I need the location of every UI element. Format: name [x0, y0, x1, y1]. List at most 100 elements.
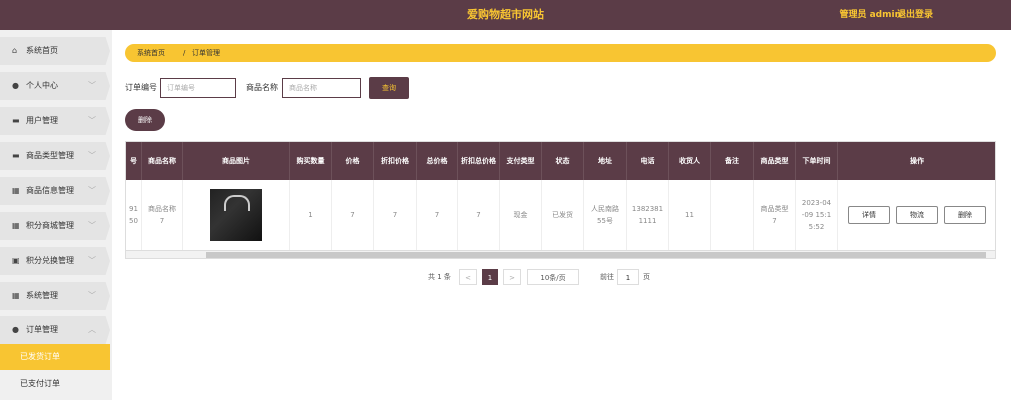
table-cell: 已发货: [542, 180, 584, 250]
breadcrumb-separator: /: [183, 49, 186, 57]
orders-table: 号商品名称 商品图片 购买数量 价格 折扣价格 总价格 折扣总价格 支付类型 状态 地址 电话 收货人…: [125, 141, 996, 259]
user-icon: ●: [12, 81, 19, 90]
column-header: 下单时间: [796, 142, 838, 180]
table-cell: 2023-04 -09 15:1 5:52: [796, 180, 838, 250]
sidebar-subitem-label: 已支付订单: [20, 379, 60, 388]
table-cell: 1: [290, 180, 332, 250]
column-header: 状态: [542, 142, 584, 180]
sidebar-item[interactable]: ▣ 积分兑换管理 ﹀: [0, 247, 110, 275]
logistics-button[interactable]: 物流: [896, 206, 938, 224]
chat-icon: ▬: [12, 116, 20, 125]
sidebar-item[interactable]: ▦ 商品信息管理 ﹀: [0, 177, 110, 205]
goto-page-input[interactable]: 1: [617, 269, 639, 285]
sidebar-subitem[interactable]: 已发货订单: [0, 344, 110, 370]
chevron-icon: ﹀: [88, 291, 96, 300]
column-header: 总价格: [417, 142, 458, 180]
page-size-select[interactable]: 10条/页: [527, 269, 579, 285]
column-header: 折扣总价格: [458, 142, 500, 180]
breadcrumb-current: 订单管理: [192, 49, 220, 57]
grid-icon: ▦: [12, 186, 20, 195]
product-image: [210, 189, 262, 241]
grid-icon: ▦: [12, 291, 20, 300]
table-cell: 7: [332, 180, 374, 250]
pagination-total: 共 1 条: [428, 273, 451, 281]
sidebar-subitem-label: 已发货订单: [20, 352, 60, 361]
query-button[interactable]: 查询: [369, 77, 409, 99]
column-header: 价格: [332, 142, 374, 180]
logout-link[interactable]: 退出登录: [897, 0, 933, 30]
column-header: 备注: [711, 142, 754, 180]
chevron-icon: ﹀: [88, 81, 96, 90]
table-cell: 1382381 1111: [627, 180, 669, 250]
column-header: 商品图片: [183, 142, 290, 180]
top-bar: 爱购物超市网站 管理员 admin 退出登录: [0, 0, 1011, 30]
detail-button[interactable]: 详情: [848, 206, 890, 224]
column-header: 号: [126, 142, 142, 180]
sidebar-item-label: 个人中心: [26, 81, 58, 90]
table-cell: 91 50: [126, 180, 142, 250]
chevron-icon: ﹀: [88, 186, 96, 195]
product-name-label: 商品名称: [246, 83, 278, 92]
goto-suffix: 页: [643, 273, 650, 281]
sidebar-item-label: 系统管理: [26, 291, 58, 300]
table-cell: 7: [458, 180, 500, 250]
column-header: 商品类型: [754, 142, 796, 180]
sidebar-item[interactable]: ▦ 积分商城管理 ﹀: [0, 212, 110, 240]
breadcrumb-home[interactable]: 系统首页: [137, 44, 165, 62]
grid-icon: ▦: [12, 221, 20, 230]
breadcrumb: 系统首页 / 订单管理: [125, 44, 996, 62]
column-header: 折扣价格: [374, 142, 417, 180]
sidebar-item-label: 商品信息管理: [26, 186, 74, 195]
delete-button[interactable]: 删除: [125, 109, 165, 131]
operations-cell: 详情 物流 删除: [838, 180, 995, 250]
chevron-icon: ﹀: [88, 116, 96, 125]
order-no-input[interactable]: 订单编号: [160, 78, 236, 98]
chevron-icon: ﹀: [88, 221, 96, 230]
column-header: 地址: [584, 142, 627, 180]
sidebar-item[interactable]: ⌂ 系统首页: [0, 37, 110, 65]
sidebar-item-label: 积分兑换管理: [26, 256, 74, 265]
sidebar-item[interactable]: ▦ 系统管理 ﹀: [0, 282, 110, 310]
sidebar-item[interactable]: ● 订单管理 ︿: [0, 316, 110, 344]
product-name-input[interactable]: 商品名称: [282, 78, 361, 98]
order-no-label: 订单编号: [125, 83, 157, 92]
sidebar-item-label: 系统首页: [26, 46, 58, 55]
horizontal-scrollbar[interactable]: [126, 250, 995, 258]
next-page-button[interactable]: >: [503, 269, 521, 285]
row-delete-button[interactable]: 删除: [944, 206, 986, 224]
product-image-cell: [183, 180, 290, 250]
table-cell: 7: [417, 180, 458, 250]
chevron-icon: ﹀: [88, 256, 96, 265]
chat-icon: ▬: [12, 151, 20, 160]
page-1-button[interactable]: 1: [482, 269, 498, 285]
column-header: 购买数量: [290, 142, 332, 180]
column-header: 电话: [627, 142, 669, 180]
column-header: 收货人: [669, 142, 711, 180]
table-cell: 商品名称 7: [142, 180, 183, 250]
sidebar-item-label: 商品类型管理: [26, 151, 74, 160]
scrollbar-thumb[interactable]: [206, 252, 986, 258]
column-header: 商品名称: [142, 142, 183, 180]
clipboard-icon: ▣: [12, 256, 20, 265]
table-header: 号商品名称 商品图片 购买数量 价格 折扣价格 总价格 折扣总价格 支付类型 状态 地址 电话 收货人…: [126, 142, 995, 180]
current-user: 管理员 admin: [839, 10, 901, 20]
home-icon: ⌂: [12, 46, 18, 55]
table-cell: 商品类型 7: [754, 180, 796, 250]
column-header: 支付类型: [500, 142, 542, 180]
sidebar-item-label: 订单管理: [26, 325, 58, 334]
user-icon: ●: [12, 325, 19, 334]
sidebar-item[interactable]: ● 个人中心 ﹀: [0, 72, 110, 100]
chevron-icon: ︿: [88, 325, 96, 334]
sidebar-item[interactable]: ▬ 商品类型管理 ﹀: [0, 142, 110, 170]
table-cell: 现金: [500, 180, 542, 250]
prev-page-button[interactable]: <: [459, 269, 477, 285]
sidebar-item-label: 用户管理: [26, 116, 58, 125]
chevron-icon: ﹀: [88, 151, 96, 160]
sidebar-subitem[interactable]: 已支付订单: [0, 371, 110, 397]
sidebar-item[interactable]: ▬ 用户管理 ﹀: [0, 107, 110, 135]
sidebar: ⌂ 系统首页 ● 个人中心 ﹀ ▬ 用户管理 ﹀ ▬ 商品类型管理 ﹀ ▦ 商品信息管理 ﹀ ▦ 积分商城管理…: [0, 30, 112, 400]
goto-label: 前往: [600, 273, 614, 281]
table-cell: [711, 180, 754, 250]
sidebar-item-label: 积分商城管理: [26, 221, 74, 230]
table-row: 91 50 商品名称 7 1 7 7 7 7 现金 已发货 人民南路 55号 1382381 111…: [126, 180, 995, 250]
